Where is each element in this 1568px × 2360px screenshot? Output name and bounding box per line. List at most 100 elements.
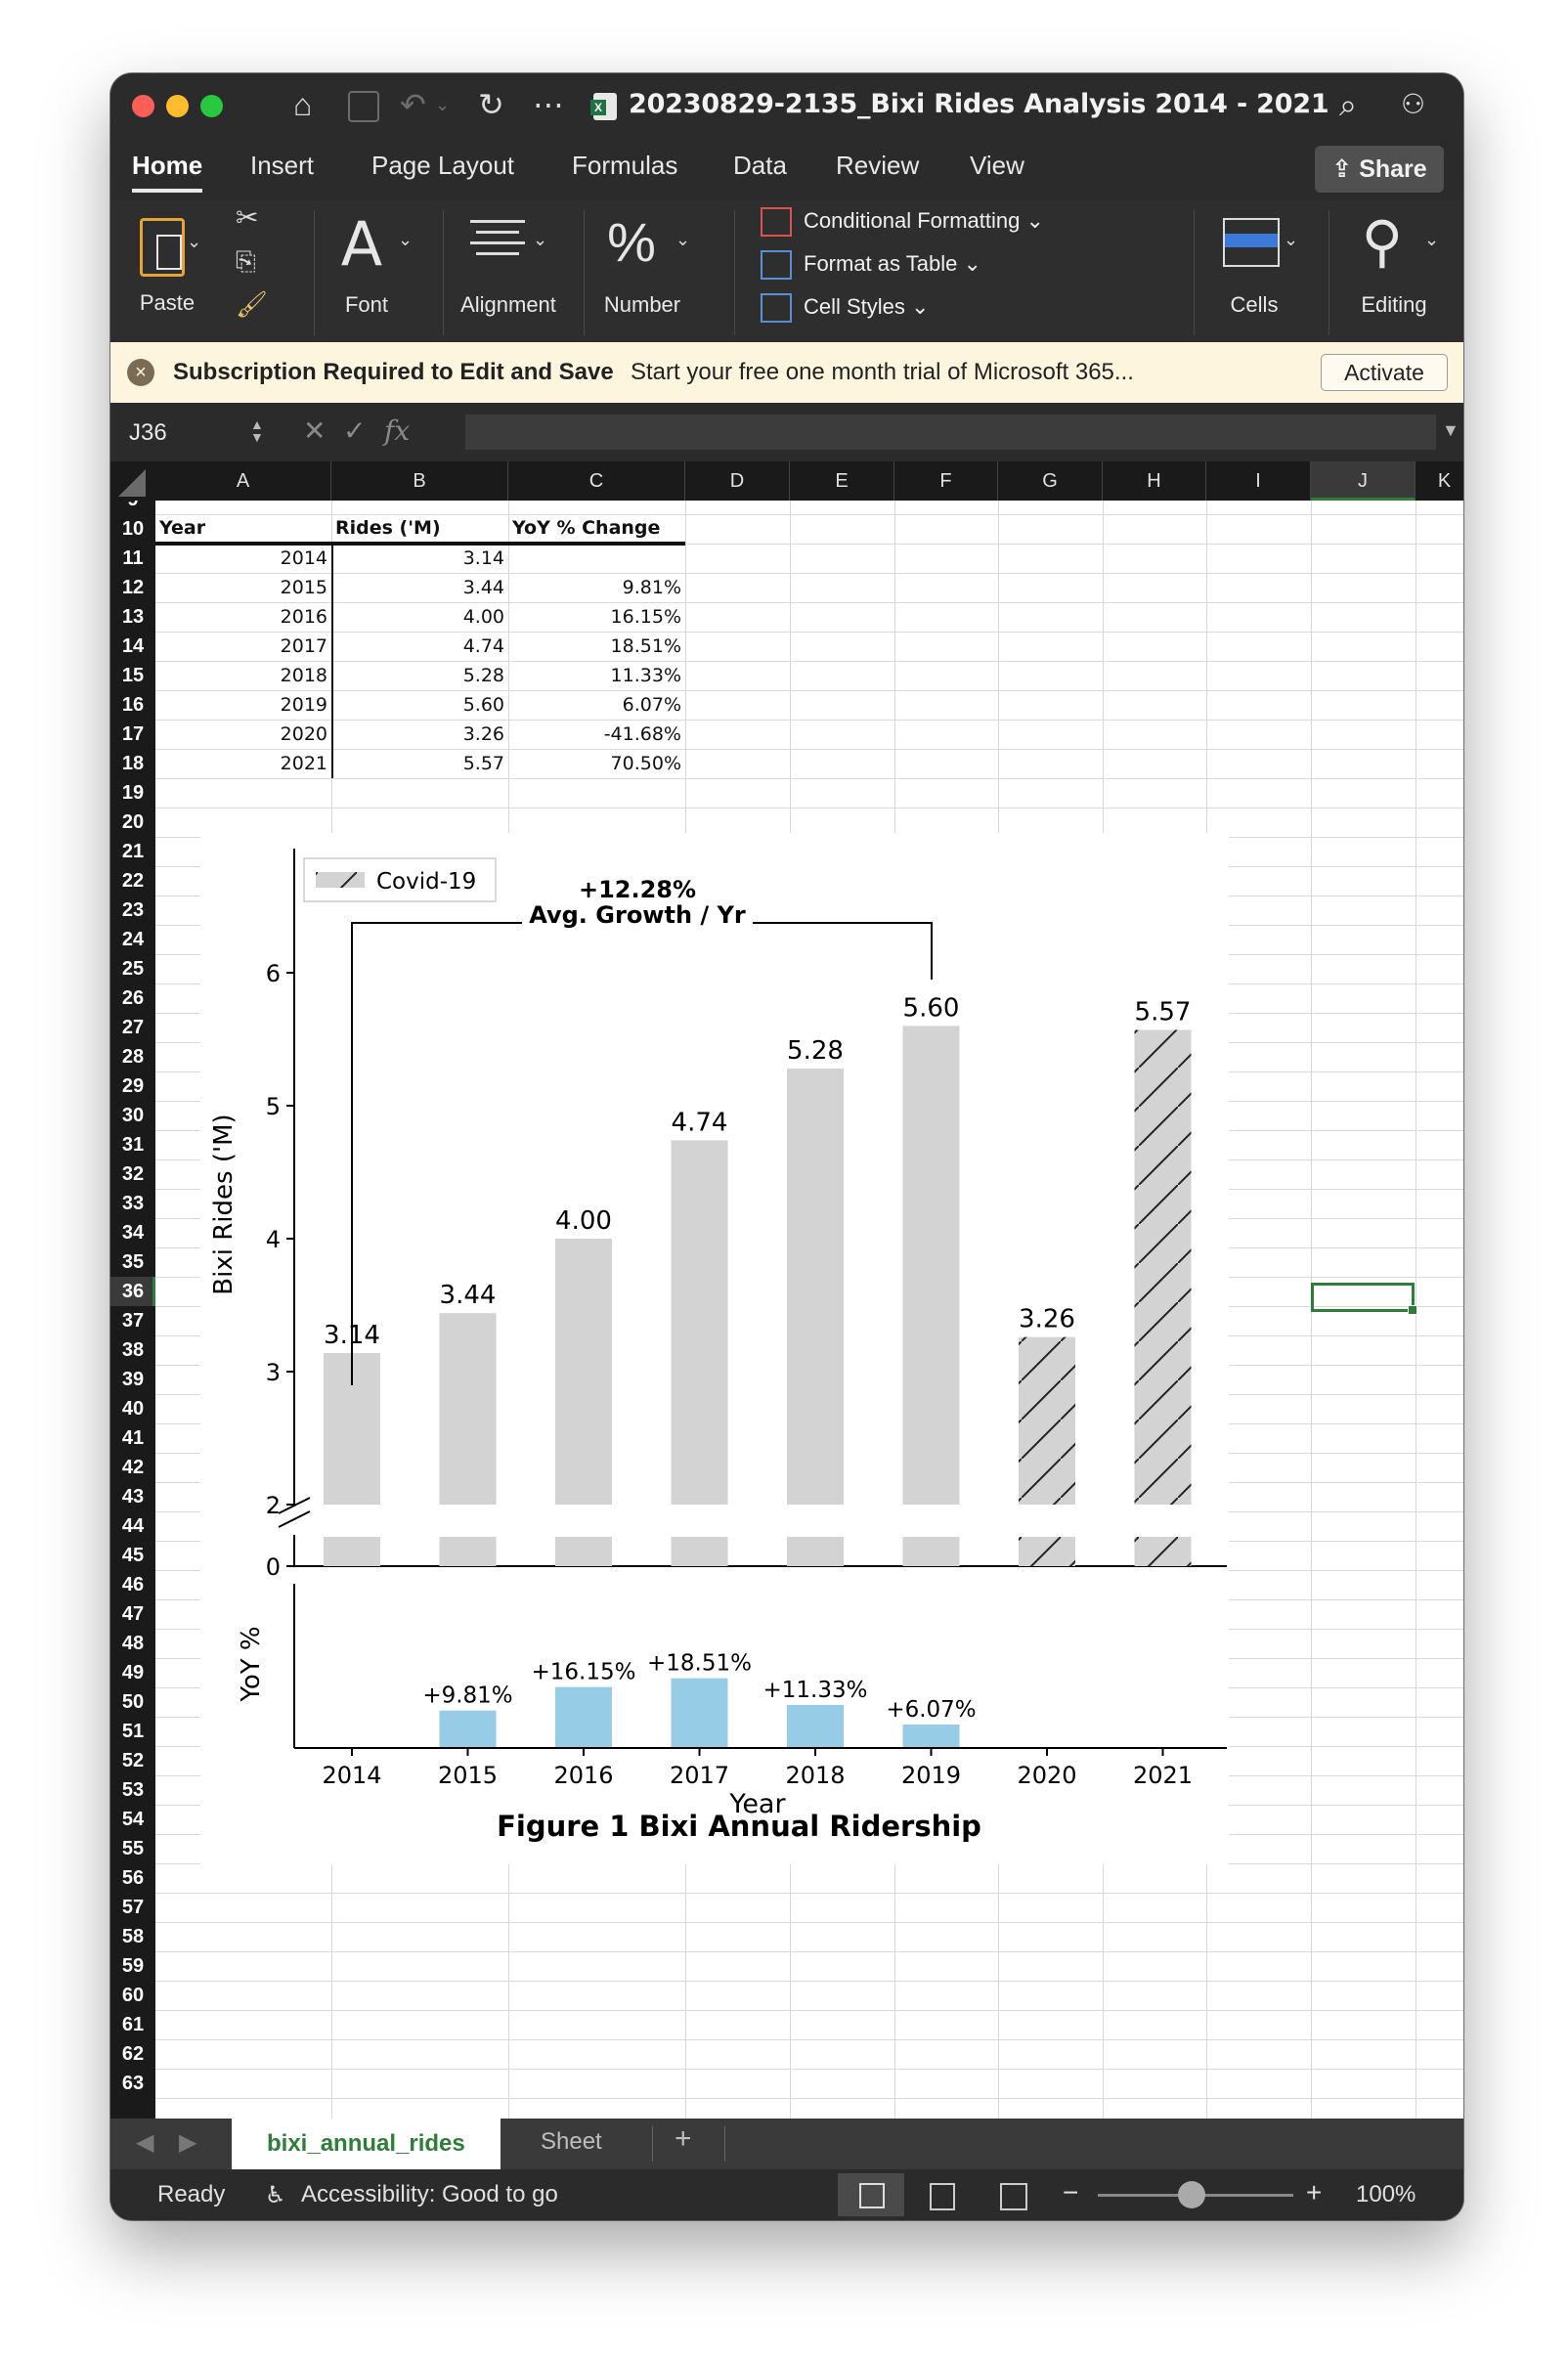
row-header[interactable]: 59 <box>110 1951 155 1981</box>
cell-yoy[interactable]: 6.07% <box>508 690 681 720</box>
cell-rides[interactable]: 4.74 <box>331 632 504 661</box>
activate-button[interactable]: Activate <box>1321 354 1448 391</box>
row-header[interactable]: 15 <box>110 661 155 690</box>
row-header[interactable]: 20 <box>110 808 155 837</box>
cancel-icon[interactable]: ✕ <box>303 415 326 447</box>
normal-view-button[interactable] <box>838 2173 904 2216</box>
cell-yoy[interactable] <box>508 544 681 573</box>
row-header[interactable]: 49 <box>110 1658 155 1687</box>
tab-insert[interactable]: Insert <box>250 151 314 181</box>
zoom-in-button[interactable]: + <box>1306 2177 1322 2208</box>
row-header[interactable]: 10 <box>110 514 155 544</box>
zoom-window-button[interactable] <box>200 95 223 117</box>
row-header[interactable]: 18 <box>110 749 155 778</box>
cell-year[interactable]: 2015 <box>159 573 327 602</box>
row-header[interactable]: 48 <box>110 1629 155 1658</box>
column-header-h[interactable]: H <box>1103 461 1206 501</box>
row-header[interactable]: 33 <box>110 1189 155 1218</box>
row-header[interactable]: 51 <box>110 1717 155 1746</box>
row-header[interactable]: 52 <box>110 1746 155 1775</box>
name-box[interactable]: J36 <box>129 419 167 447</box>
dismiss-icon[interactable]: × <box>127 359 154 386</box>
cell-rides[interactable]: 5.60 <box>331 690 504 720</box>
column-header-j[interactable]: J <box>1311 461 1416 501</box>
save-icon[interactable] <box>348 91 379 122</box>
accessibility-status[interactable]: Accessibility: Good to go <box>301 2181 558 2208</box>
row-header[interactable]: 27 <box>110 1013 155 1042</box>
row-header[interactable]: 38 <box>110 1335 155 1365</box>
function-icon[interactable]: fx <box>384 415 410 447</box>
header-year[interactable]: Year <box>159 513 205 543</box>
alignment-button[interactable]: ⌄ Alignment <box>455 208 562 321</box>
cell-yoy[interactable]: 70.50% <box>508 749 681 778</box>
row-header[interactable]: 55 <box>110 1834 155 1863</box>
row-header[interactable]: 43 <box>110 1482 155 1511</box>
page-break-view-icon[interactable] <box>1000 2183 1027 2210</box>
home-icon[interactable]: ⌂ <box>293 87 312 122</box>
row-header[interactable]: 13 <box>110 602 155 632</box>
row-header[interactable]: 54 <box>110 1805 155 1834</box>
editing-button[interactable]: ⚲ ⌄ Editing <box>1340 208 1448 321</box>
row-header[interactable]: 22 <box>110 866 155 896</box>
row-header[interactable]: 34 <box>110 1218 155 1247</box>
ridership-chart[interactable]: 023456 3.14 3.44 4.00 4.74 5.28 5.60 3.26 5.57 … <box>200 833 1229 1864</box>
column-header-i[interactable]: I <box>1206 461 1311 501</box>
tab-formulas[interactable]: Formulas <box>572 151 677 181</box>
row-header[interactable]: 37 <box>110 1306 155 1335</box>
undo-dropdown-icon[interactable]: ⌄ <box>435 87 450 122</box>
cell-yoy[interactable]: 16.15% <box>508 602 681 632</box>
row-header[interactable]: 14 <box>110 632 155 661</box>
row-header[interactable]: 50 <box>110 1687 155 1717</box>
row-header[interactable]: 46 <box>110 1570 155 1599</box>
formula-input[interactable] <box>465 415 1436 450</box>
conditional-formatting-button[interactable]: Conditional Formatting ⌄ <box>761 204 1044 238</box>
collaborate-icon[interactable]: ⚇ <box>1401 87 1425 122</box>
page-layout-view-icon[interactable] <box>930 2183 955 2210</box>
search-icon[interactable]: ⌕ <box>1339 87 1357 122</box>
row-header[interactable]: 29 <box>110 1071 155 1101</box>
tab-data[interactable]: Data <box>733 151 787 181</box>
undo-icon[interactable]: ↶ <box>400 87 426 122</box>
column-header-g[interactable]: G <box>998 461 1103 501</box>
more-icon[interactable]: ⋯ <box>533 87 564 122</box>
cell-year[interactable]: 2017 <box>159 632 327 661</box>
row-header[interactable]: 16 <box>110 690 155 720</box>
tab-review[interactable]: Review <box>836 151 919 181</box>
header-rides[interactable]: Rides ('M) <box>335 513 441 543</box>
expand-formula-icon[interactable]: ▼ <box>1442 420 1459 441</box>
worksheet[interactable]: Year Rides ('M) YoY % Change 2014 3.14 201… <box>155 501 1463 2119</box>
column-header-a[interactable]: A <box>155 461 331 501</box>
cells-button[interactable]: ⌄ Cells <box>1205 208 1303 321</box>
row-header[interactable]: 25 <box>110 954 155 983</box>
close-window-button[interactable] <box>132 95 154 117</box>
tab-view[interactable]: View <box>970 151 1024 181</box>
enter-icon[interactable]: ✓ <box>343 415 366 447</box>
row-header[interactable]: 32 <box>110 1159 155 1189</box>
row-header[interactable]: 26 <box>110 983 155 1013</box>
cell-year[interactable]: 2019 <box>159 690 327 720</box>
minimize-window-button[interactable] <box>166 95 189 117</box>
font-button[interactable]: A ⌄ Font <box>327 208 425 321</box>
cell-year[interactable]: 2016 <box>159 602 327 632</box>
redo-icon[interactable]: ↻ <box>478 87 504 122</box>
row-header[interactable]: 56 <box>110 1863 155 1893</box>
copy-icon[interactable]: ⎘ <box>236 243 256 279</box>
row-header[interactable]: 62 <box>110 2039 155 2069</box>
cell-yoy[interactable]: 11.33% <box>508 661 681 690</box>
row-header[interactable]: 28 <box>110 1042 155 1071</box>
number-button[interactable]: % ⌄ Number <box>593 208 711 321</box>
row-header[interactable]: 24 <box>110 925 155 954</box>
tab-page-layout[interactable]: Page Layout <box>371 151 514 181</box>
cell-rides[interactable]: 5.28 <box>331 661 504 690</box>
column-header-e[interactable]: E <box>790 461 894 501</box>
tab-home[interactable]: Home <box>132 151 203 193</box>
row-header[interactable]: 42 <box>110 1453 155 1482</box>
row-header[interactable]: 11 <box>110 544 155 573</box>
row-header[interactable]: 63 <box>110 2069 155 2098</box>
sheet-tab-sheet[interactable]: Sheet <box>541 2128 602 2156</box>
paste-button[interactable]: ⌄ Paste <box>132 212 202 320</box>
select-all-button[interactable] <box>110 461 155 501</box>
row-header[interactable]: 35 <box>110 1247 155 1277</box>
cell-rides[interactable]: 3.14 <box>331 544 504 573</box>
cell-rides[interactable]: 3.26 <box>331 720 504 749</box>
